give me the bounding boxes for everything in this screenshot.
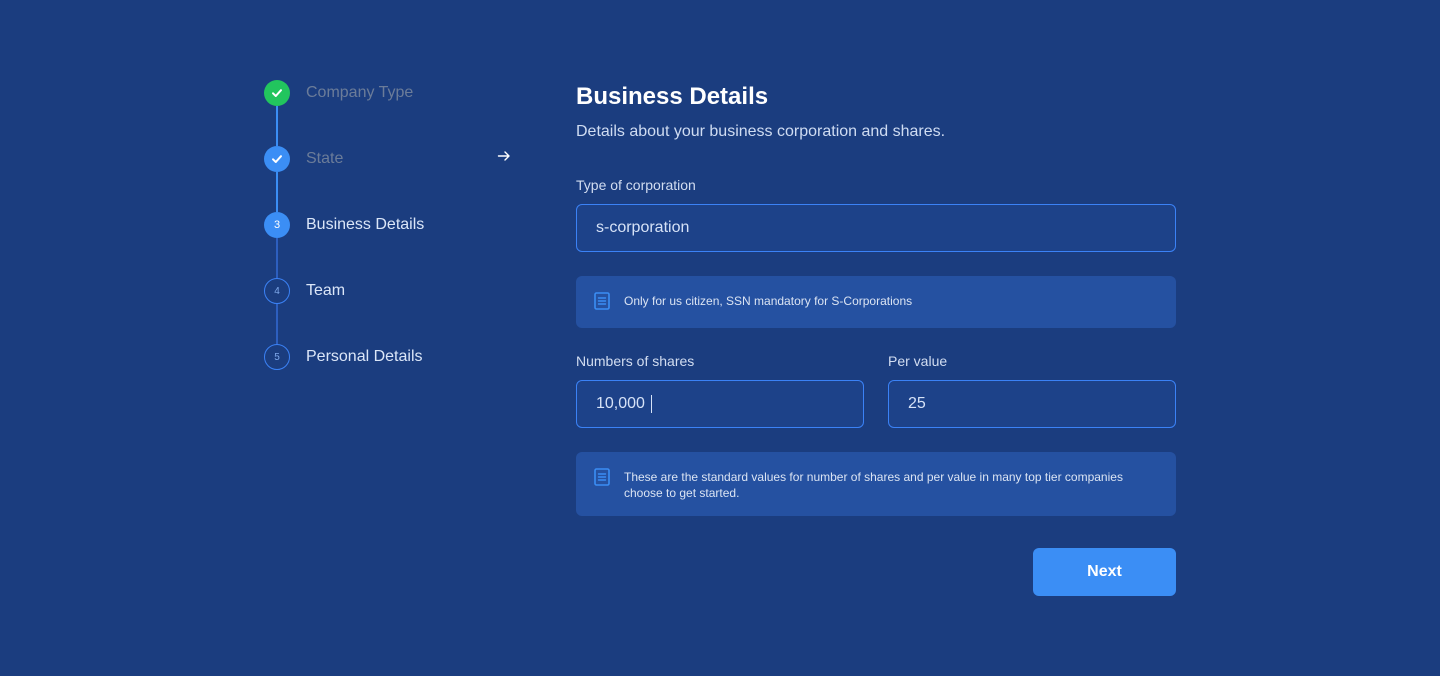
stepper-connector-done	[276, 172, 278, 212]
step-label: Team	[306, 282, 346, 299]
stepper-connector-done	[276, 106, 278, 146]
arrow-right-icon	[497, 151, 510, 161]
shares-note-text: These are the standard values for number…	[624, 470, 1123, 500]
stepper-connector-upcoming	[276, 238, 278, 278]
document-icon	[594, 468, 610, 486]
step-company-type[interactable]: Company Type	[264, 80, 413, 106]
business-details-form: Business Details Details about your busi…	[576, 83, 1176, 596]
check-icon	[264, 80, 290, 106]
corporation-note-text: Only for us citizen, SSN mandatory for S…	[624, 294, 913, 308]
step-state[interactable]: State	[264, 146, 343, 172]
per-value-input[interactable]: 25	[888, 380, 1176, 428]
step-personal-details[interactable]: 5 Personal Details	[264, 344, 423, 370]
stepper-connector-upcoming	[276, 304, 278, 344]
corporation-type-input[interactable]: s-corporation	[576, 204, 1176, 252]
shares-row: Numbers of shares 10,000 Per value 25	[576, 352, 1176, 428]
next-button[interactable]: Next	[1033, 548, 1176, 596]
document-icon	[594, 292, 610, 310]
step-business-details[interactable]: 3 Business Details	[264, 212, 424, 238]
per-value-label: Per value	[888, 353, 948, 369]
page-subtitle: Details about your business corporation …	[576, 123, 946, 140]
step-label: Business Details	[306, 216, 425, 233]
corporation-info-note: Only for us citizen, SSN mandatory for S…	[576, 276, 1176, 328]
onboarding-page: Company Type State 3 Business Details 4 …	[0, 0, 1440, 676]
check-icon	[264, 146, 290, 172]
corporation-field: Type of corporation s-corporation	[576, 176, 1176, 252]
shares-field: Numbers of shares 10,000	[576, 352, 864, 428]
step-number: 3	[264, 212, 290, 238]
step-number: 5	[264, 344, 290, 370]
step-team[interactable]: 4 Team	[264, 278, 345, 304]
per-value-field: Per value 25	[888, 352, 1176, 428]
step-label: Company Type	[306, 84, 414, 101]
step-label: Personal Details	[306, 348, 423, 365]
shares-input[interactable]: 10,000	[576, 380, 864, 428]
page-title: Business Details	[576, 83, 769, 110]
text-caret	[650, 395, 652, 413]
shares-info-note: These are the standard values for number…	[576, 452, 1176, 516]
corporation-type-value: s-corporation	[596, 219, 690, 236]
step-number: 4	[264, 278, 290, 304]
shares-value: 10,000	[596, 395, 645, 412]
per-value-value: 25	[908, 395, 926, 412]
corporation-label: Type of corporation	[576, 177, 696, 193]
step-label: State	[306, 150, 344, 167]
shares-label: Numbers of shares	[576, 353, 695, 369]
